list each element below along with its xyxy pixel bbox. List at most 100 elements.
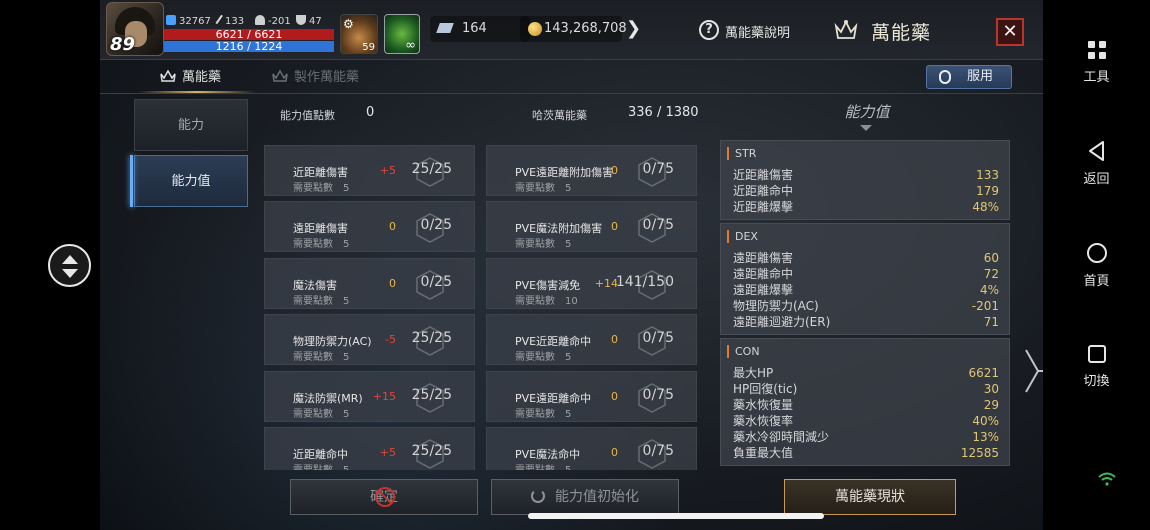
cost-value: 5: [565, 352, 572, 363]
scroll-ornament-icon: [1025, 349, 1043, 393]
mini-stat: -201: [255, 15, 291, 27]
stat-card-name: 物理防禦力(AC): [293, 335, 372, 348]
stat-label: 藥水冷卻時間減少: [733, 430, 830, 444]
stat-row: HP回復(tic) 30: [733, 381, 999, 397]
arrow-down-icon: [62, 269, 78, 278]
stat-card-bonus: 0: [611, 390, 618, 403]
sword-icon: [215, 14, 225, 26]
stat-card[interactable]: 近距離傷害 需要點數 5 +5 25/25: [264, 145, 475, 196]
stat-card-cost: 需要點數 5: [515, 348, 571, 363]
stat-card-count: 0/75: [642, 330, 674, 346]
stat-card-cost: 需要點數 5: [515, 235, 571, 250]
cost-label: 需要點數: [515, 296, 555, 307]
sys-home-label: 首頁: [1083, 274, 1110, 289]
elixir-count-value: 336 / 1380: [628, 105, 699, 120]
sys-home-button[interactable]: 首頁: [1043, 242, 1150, 289]
confirm-button[interactable]: 確定: [290, 479, 478, 515]
page-title: 萬能藥: [871, 22, 932, 44]
stat-card[interactable]: PVE遠距離命中 需要點數 5 0 0/75: [486, 371, 697, 422]
stat-card-bonus: 0: [389, 277, 396, 290]
cost-value: 5: [565, 465, 571, 470]
stat-label: 近距離爆擊: [733, 200, 794, 214]
stat-card-bonus: +5: [379, 446, 396, 459]
stat-card-cost: 需要點數 5: [293, 461, 349, 470]
cost-value: 10: [565, 296, 578, 307]
side-nav: 能力 能力值: [130, 95, 252, 470]
stat-card[interactable]: 魔法防禦(MR) 需要點數 5 +15 25/25: [264, 371, 475, 422]
sidenav-item-ability[interactable]: 能力: [134, 99, 248, 151]
stat-row: 藥水恢復量 29: [733, 397, 999, 413]
home-indicator[interactable]: [528, 513, 824, 519]
cost-value: 5: [343, 296, 350, 307]
crown-icon: [160, 69, 176, 82]
system-nav: 工具 返回 首頁 切換: [1043, 0, 1150, 530]
disabled-icon: [375, 487, 395, 507]
stat-card[interactable]: 近距離命中需要點數 5 +5 25/25: [264, 427, 475, 470]
stat-label: 藥水恢復率: [733, 414, 794, 428]
gold-value: 143,268,708: [544, 21, 627, 36]
craft-icon: [272, 69, 288, 82]
close-button[interactable]: ✕: [996, 18, 1024, 46]
stat-card[interactable]: PVE遠距離附加傷害 需要點數 5 0 0/75: [486, 145, 697, 196]
leaf-buff-slot[interactable]: ∞: [384, 14, 420, 54]
tab-elixir[interactable]: 萬能藥: [160, 66, 221, 85]
refresh-icon: [531, 489, 545, 503]
stat-value: 179: [976, 184, 999, 198]
sys-tools-button[interactable]: 工具: [1043, 40, 1150, 85]
stat-card-count: 0/75: [642, 443, 674, 459]
gear-icon: ⚙: [343, 17, 354, 31]
stat-card[interactable]: PVE近距離命中 需要點數 5 0 0/75: [486, 314, 697, 365]
reset-stats-button[interactable]: 能力值初始化: [491, 479, 679, 515]
stat-value: 71: [983, 315, 999, 329]
help-icon[interactable]: ?: [699, 20, 719, 40]
mini-stat: 133: [215, 14, 244, 27]
stat-card-bonus: 0: [611, 164, 618, 177]
screen: 89 32767 133 -201 47 6621 / 6621 1216 / …: [0, 0, 1150, 530]
character-level: 89: [110, 34, 136, 55]
stat-value: -201: [971, 299, 999, 313]
stat-value: 29: [983, 398, 999, 412]
scroll-switch-button[interactable]: [48, 244, 91, 287]
stat-card[interactable]: 物理防禦力(AC) 需要點數 5 -5 25/25: [264, 314, 475, 365]
hp-bar: 6621 / 6621: [164, 29, 334, 40]
stat-section-con: CON 最大HP 6621 HP回復(tic) 30 藥水恢復量 29 藥水恢復率 40% 藥水冷…: [720, 338, 1010, 466]
stat-card[interactable]: PVE魔法命中需要點數 5 0 0/75: [486, 427, 697, 470]
stat-card-name: 近距離命中: [293, 448, 348, 461]
stat-card[interactable]: PVE傷害減免 需要點數 10 +14 141/150: [486, 258, 697, 309]
stat-card[interactable]: PVE魔法附加傷害 需要點數 5 0 0/75: [486, 201, 697, 252]
stat-card-count: 0/75: [642, 217, 674, 233]
stat-card[interactable]: 遠距離傷害 需要點數 5 0 0/25: [264, 201, 475, 252]
title-ornament: [860, 125, 872, 131]
cost-label: 需要點數: [293, 409, 333, 420]
stat-card-bonus: +5: [379, 164, 396, 177]
back-icon: [1088, 141, 1104, 161]
chevron-right-icon[interactable]: ❯: [626, 18, 641, 39]
sys-recent-button[interactable]: 切換: [1043, 344, 1150, 389]
elixir-grid-panel: 能力值點數 0 哈茨萬能藥 336 / 1380 近距離傷害 需要點數 5 +5 25/…: [264, 95, 706, 470]
stat-value: 48%: [972, 200, 999, 214]
sys-recent-label: 切換: [1083, 374, 1110, 389]
stat-row: 近距離爆擊 48%: [733, 199, 999, 215]
help-link[interactable]: 萬能藥說明: [725, 22, 790, 41]
stat-row: 近距離命中 179: [733, 183, 999, 199]
gold-counter: 143,268,708: [520, 16, 627, 42]
potion-buff-slot[interactable]: ⚙ 59: [340, 14, 378, 54]
gem-icon: [436, 23, 454, 33]
stat-value: 13%: [972, 430, 999, 444]
elixir-status-button[interactable]: 萬能藥現狀: [784, 479, 956, 515]
sys-back-button[interactable]: 返回: [1043, 140, 1150, 187]
stat-card-bonus: 0: [389, 220, 396, 233]
cost-value: 5: [343, 409, 350, 420]
stat-row: 近距離傷害 133: [733, 167, 999, 183]
stat-card[interactable]: 魔法傷害 需要點數 5 0 0/25: [264, 258, 475, 309]
tab-craft-elixir[interactable]: 製作萬能藥: [272, 66, 359, 85]
cost-value: 5: [343, 352, 350, 363]
stat-card-cost: 需要點數 5: [293, 179, 349, 194]
mp-value: 1216 / 1224: [215, 40, 283, 53]
cost-label: 需要點數: [293, 352, 333, 363]
sidenav-item-stats[interactable]: 能力值: [134, 155, 248, 207]
stat-label: 遠距離命中: [733, 267, 794, 281]
top-bar: 89 32767 133 -201 47 6621 / 6621 1216 / …: [100, 0, 1043, 60]
arrow-up-icon: [62, 255, 78, 264]
use-button[interactable]: 服用: [926, 65, 1012, 89]
